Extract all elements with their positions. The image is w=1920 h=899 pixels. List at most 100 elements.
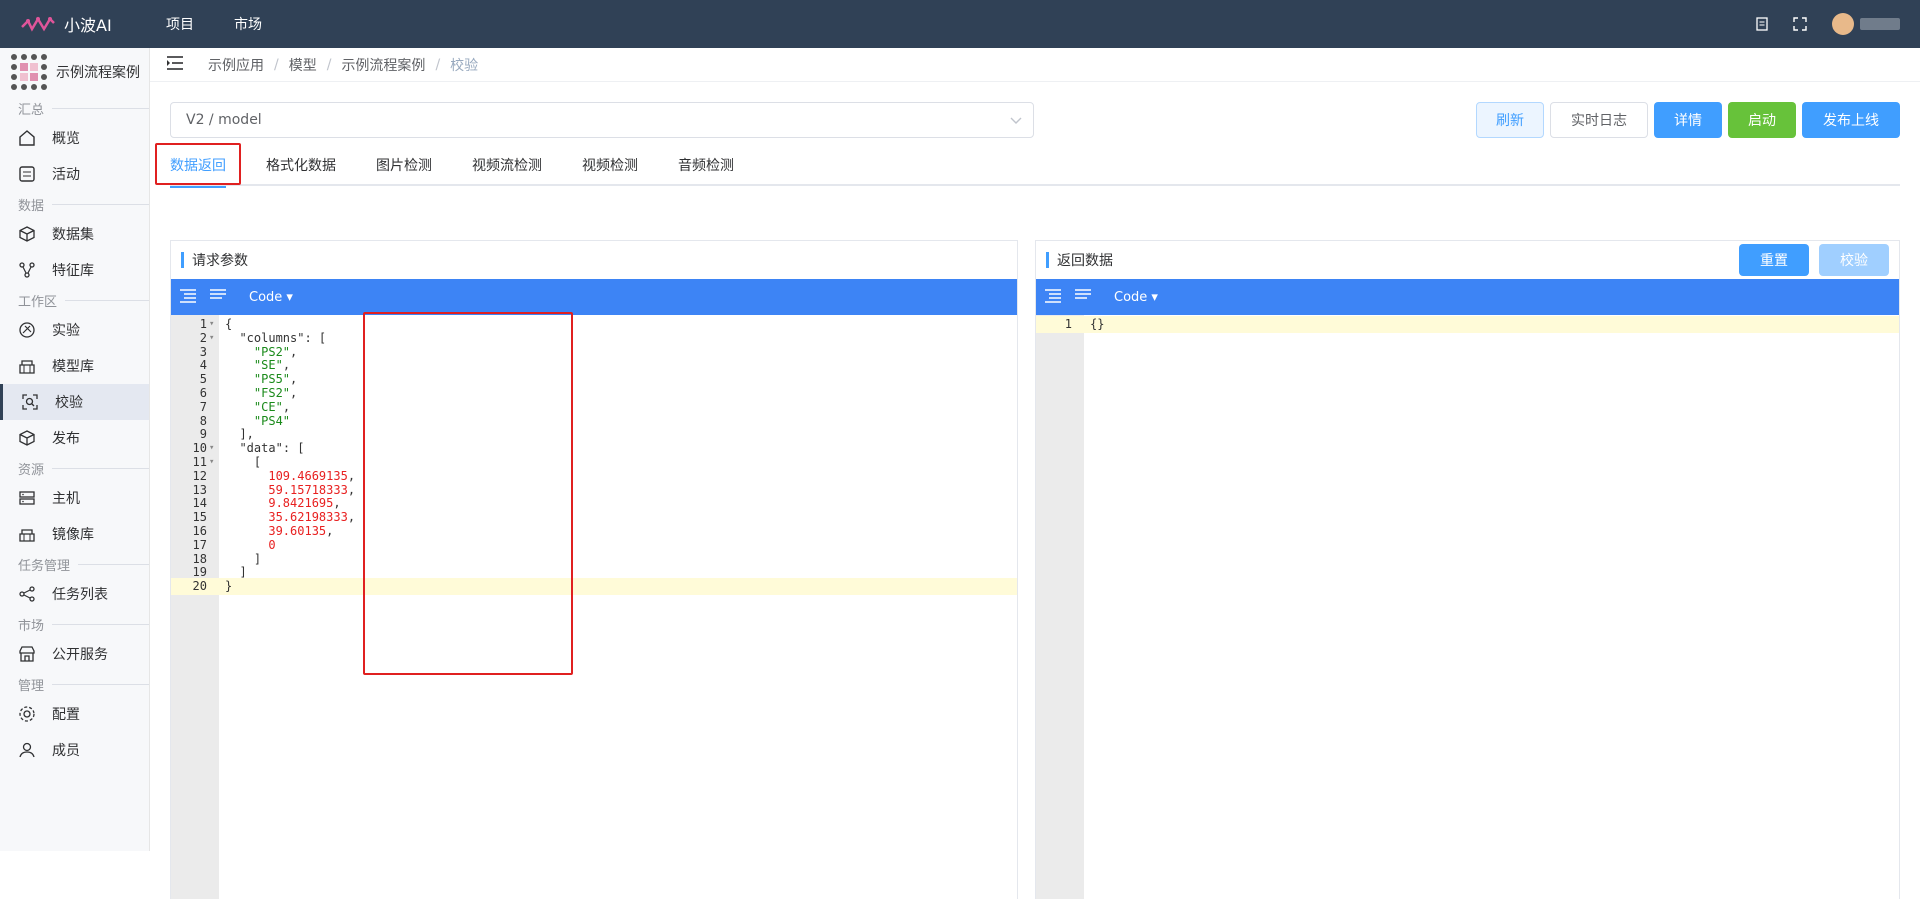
fullscreen-icon[interactable] [1792,16,1808,32]
gear-icon [19,706,35,722]
sidebar-item-label: 数据集 [52,227,94,243]
sidebar-item-verify[interactable]: 校验 [0,384,149,420]
check-button[interactable]: 校验 [1819,244,1889,276]
cube-icon [19,226,35,242]
sidebar-item-activity[interactable]: 活动 [0,156,149,192]
sidebar-item-public-service[interactable]: 公开服务 [0,636,149,672]
project-name: 示例流程案例 [56,65,140,81]
app-name: 小波AI [64,16,112,35]
store-icon [19,646,35,662]
detail-button[interactable]: 详情 [1654,102,1722,138]
sidebar-item-config[interactable]: 配置 [0,696,149,732]
home-icon [19,130,35,146]
breadcrumb-app[interactable]: 示例应用 [208,55,264,75]
breadcrumb-separator: / [435,56,441,73]
sidebar-item-publish[interactable]: 发布 [0,420,149,456]
sidebar-item-dataset[interactable]: 数据集 [0,216,149,252]
sidebar-item-model-repo[interactable]: 模型库 [0,348,149,384]
image-repo-icon [19,529,35,542]
tab-video-detect[interactable]: 视频检测 [582,144,638,186]
code-line: 1 {} [1036,316,1899,333]
response-panel-title: 返回数据 重置 校验 [1036,241,1899,279]
breadcrumb-project[interactable]: 示例流程案例 [341,55,425,75]
experiment-icon [19,322,35,338]
reset-button[interactable]: 重置 [1739,244,1809,276]
request-panel: 请求参数 Code ▾ 1 ▾{2 ▾ "columns": [3 "PS2", 4 … [170,240,1018,899]
format-icon[interactable] [1044,287,1062,307]
sidebar-item-label: 配置 [52,707,80,723]
nav-market[interactable]: 市场 [234,14,262,34]
sidebar-item-label: 概览 [52,131,80,147]
section-summary: 汇总 [0,96,149,120]
section-workspace: 工作区 [0,288,149,312]
response-panel: 返回数据 重置 校验 Code ▾ 1 {} [1035,240,1900,899]
server-icon [19,491,35,505]
sidebar-item-label: 特征库 [52,263,94,279]
sidebar-item-label: 任务列表 [52,587,108,603]
compact-icon[interactable] [209,287,227,307]
username-blurred[interactable] [1860,18,1900,30]
model-icon [19,360,35,374]
format-icon[interactable] [179,287,197,307]
sidebar-item-label: 成员 [52,743,80,759]
compact-icon[interactable] [1074,287,1092,307]
project-header[interactable]: 示例流程案例 [0,48,149,96]
sidebar-item-experiment[interactable]: 实验 [0,312,149,348]
response-panel-title-text: 返回数据 [1057,253,1113,269]
tab-bar: 数据返回 格式化数据 图片检测 视频流检测 视频检测 音频检测 [170,144,1900,188]
sidebar-item-label: 镜像库 [52,527,94,543]
publish-button[interactable]: 发布上线 [1802,102,1900,138]
document-icon[interactable] [1754,16,1770,32]
section-admin: 管理 [0,672,149,696]
mode-label: Code [1114,289,1148,305]
breadcrumb-model[interactable]: 模型 [289,55,317,75]
sidebar-item-label: 发布 [52,431,80,447]
realtime-log-button[interactable]: 实时日志 [1550,102,1648,138]
model-select[interactable]: V2 / model [170,102,1034,138]
sidebar-item-label: 实验 [52,323,80,339]
breadcrumb: 示例应用 / 模型 / 示例流程案例 / 校验 [150,48,1920,82]
breadcrumb-separator: / [274,56,279,73]
sidebar-item-task-list[interactable]: 任务列表 [0,576,149,612]
tab-video-stream-detect[interactable]: 视频流检测 [472,144,542,186]
code-highlight-box [363,312,573,675]
breadcrumb-current: 校验 [450,57,479,74]
sidebar: 示例流程案例 汇总 概览 活动 数据 数据集 特征库 工作区 实验 模型库 校验… [0,48,150,851]
activity-icon [19,166,35,182]
tab-image-detect[interactable]: 图片检测 [376,144,432,186]
sidebar-item-label: 主机 [52,491,80,507]
sidebar-item-image-repo[interactable]: 镜像库 [0,516,149,552]
refresh-button[interactable]: 刷新 [1476,102,1544,138]
sidebar-item-members[interactable]: 成员 [0,732,149,768]
sidebar-item-label: 模型库 [52,359,94,375]
line-number: 20 [192,579,207,594]
model-select-value: V2 / model [186,112,262,128]
section-task-management: 任务管理 [0,552,149,576]
start-button[interactable]: 启动 [1728,102,1796,138]
section-data: 数据 [0,192,149,216]
sidebar-toggle-icon[interactable] [166,55,184,75]
top-navbar: 小波AI 项目 市场 [0,0,1920,48]
editor-toolbar: Code ▾ [1036,279,1899,315]
section-resources: 资源 [0,456,149,480]
nav-projects[interactable]: 项目 [166,14,194,34]
mode-dropdown[interactable]: Code ▾ [249,290,293,305]
wave-logo-icon [21,16,55,32]
request-code-editor[interactable]: 1 ▾{2 ▾ "columns": [3 "PS2", 4 "SE", 5 "PS5"… [171,315,1017,899]
response-code-editor[interactable]: 1 {} [1036,315,1899,899]
main-content: 示例应用 / 模型 / 示例流程案例 / 校验 V2 / model 刷新 实时… [150,48,1920,899]
line-gutter [1036,315,1084,899]
code-text: } [225,579,233,594]
sidebar-item-label: 公开服务 [52,647,108,663]
avatar[interactable] [1832,13,1854,35]
logo[interactable]: 小波AI [20,12,146,36]
sidebar-item-overview[interactable]: 概览 [0,120,149,156]
tab-formatted-data[interactable]: 格式化数据 [266,144,336,186]
breadcrumb-separator: / [326,56,332,73]
verify-icon [22,394,38,410]
mode-dropdown[interactable]: Code ▾ [1114,290,1158,305]
tab-audio-detect[interactable]: 音频检测 [678,144,734,186]
project-avatar-icon [11,54,47,90]
sidebar-item-feature[interactable]: 特征库 [0,252,149,288]
sidebar-item-host[interactable]: 主机 [0,480,149,516]
